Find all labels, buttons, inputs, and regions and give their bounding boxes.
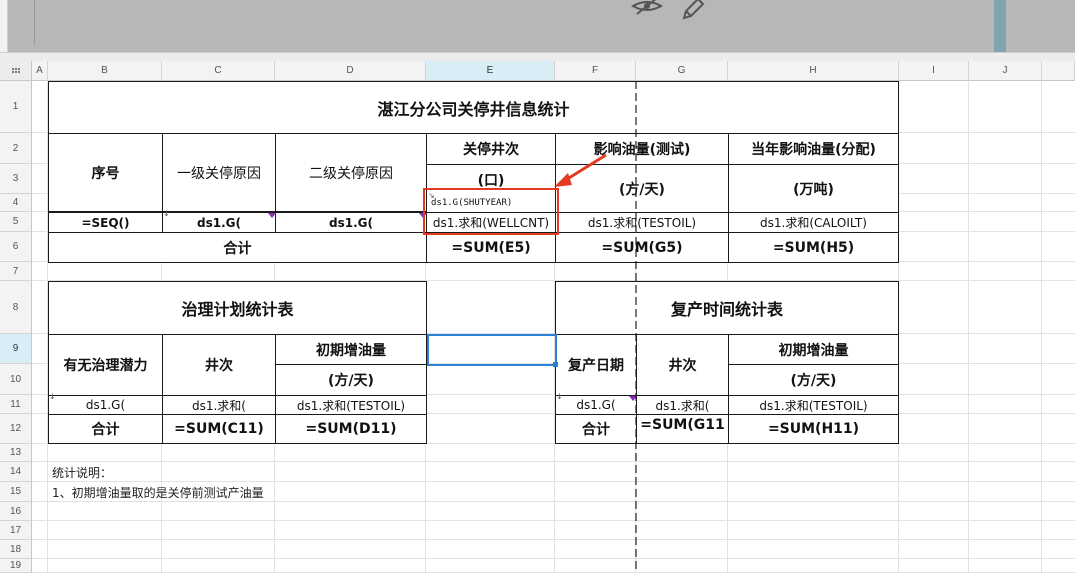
grid-line	[968, 81, 969, 573]
table1-header-reason2[interactable]: 二级关停原因	[275, 133, 427, 212]
table1-header-oil-year-unit[interactable]: (万吨)	[728, 164, 899, 213]
table1-title[interactable]: 湛江分公司关停井信息统计	[48, 81, 899, 134]
column-header[interactable]: A	[32, 61, 48, 81]
column-header[interactable]: B	[48, 61, 162, 81]
column-header[interactable]: G	[636, 61, 728, 81]
select-all-corner[interactable]	[0, 61, 32, 81]
table3-header-init-oil[interactable]: 初期增油量	[728, 334, 899, 365]
expand-arrow-icon: ↓	[556, 392, 563, 401]
cell-e6-sum[interactable]: =SUM(E5)	[426, 232, 556, 263]
side-panel-edge	[994, 0, 1006, 52]
row-header[interactable]: 9	[0, 334, 32, 364]
cell-c12-sum[interactable]: =SUM(C11)	[162, 414, 276, 444]
row-header[interactable]: 13	[0, 444, 32, 462]
editor-toolbar-area	[0, 0, 1075, 61]
row-header[interactable]: 7	[0, 262, 32, 281]
table2-header-potential[interactable]: 有无治理潜力	[48, 334, 163, 396]
table3-header-wells[interactable]: 井次	[636, 334, 729, 396]
fill-handle[interactable]	[553, 362, 558, 367]
spreadsheet-grid[interactable]: ABCDEFGHIJ 1 2 3 4 5 6 7 8 9 10 11 12 13 14 15 16 17 18 19…	[0, 61, 1075, 573]
cell-g6-sum[interactable]: =SUM(G5)	[555, 232, 729, 263]
cell-h11[interactable]: ds1.求和(TESTOIL)	[728, 395, 899, 415]
row-header[interactable]: 12	[0, 414, 32, 444]
cell-d12-sum[interactable]: =SUM(D11)	[275, 414, 427, 444]
column-header[interactable]: H	[728, 61, 899, 81]
row-header[interactable]: 1	[0, 81, 32, 133]
cell-h12-sum[interactable]: =SUM(H11)	[728, 414, 899, 444]
row-header[interactable]: 19	[0, 559, 32, 573]
table1-header-oil-year[interactable]: 当年影响油量(分配)	[728, 133, 899, 165]
cell-h5[interactable]: ds1.求和(CALOILT)	[728, 212, 899, 233]
row-header[interactable]: 11	[0, 395, 32, 414]
cell-c11[interactable]: ds1.求和(	[162, 395, 276, 415]
ruler-tick	[34, 0, 35, 45]
table2-header-wells[interactable]: 井次	[162, 334, 276, 396]
table1-header-reason1[interactable]: 一级关停原因	[162, 133, 276, 212]
cell-d11[interactable]: ds1.求和(TESTOIL)	[275, 395, 427, 415]
arrow-icon	[554, 153, 607, 187]
note-heading[interactable]: 统计说明：	[48, 462, 548, 482]
cell-g5[interactable]: ds1.求和(TESTOIL)	[555, 212, 729, 233]
cell-c5[interactable]: ds1.G(	[162, 212, 276, 233]
table3-total-label[interactable]: 合计	[555, 414, 637, 444]
column-header[interactable]: C	[162, 61, 275, 81]
cell-g12-sum[interactable]: =SUM(G11	[636, 414, 729, 444]
table2-header-init-oil[interactable]: 初期增油量	[275, 334, 427, 365]
row-header[interactable]: 4	[0, 194, 32, 212]
dropdown-marker	[268, 213, 276, 218]
row-header[interactable]: 6	[0, 232, 32, 262]
table2-total-label[interactable]: 合计	[48, 414, 163, 444]
grid-line	[1041, 81, 1042, 573]
cell-b11[interactable]: ds1.G(	[48, 395, 163, 415]
highlight-box	[423, 188, 559, 235]
row-header[interactable]: 17	[0, 521, 32, 540]
vertical-ruler	[0, 0, 8, 52]
cell-g11[interactable]: ds1.求和(	[636, 395, 729, 415]
table1-header-wells[interactable]: 关停井次	[426, 133, 556, 165]
column-header[interactable]	[1042, 61, 1075, 81]
table2-header-unit[interactable]: (方/天)	[275, 364, 427, 396]
table3-title[interactable]: 复产时间统计表	[555, 281, 899, 335]
row-header[interactable]: 8	[0, 281, 32, 334]
cell-h6-sum[interactable]: =SUM(H5)	[728, 232, 899, 263]
row-header[interactable]: 14	[0, 462, 32, 482]
row-header[interactable]: 18	[0, 540, 32, 559]
table1-header-seq[interactable]: 序号	[48, 133, 163, 212]
column-header[interactable]: J	[969, 61, 1042, 81]
page-break-line	[635, 81, 637, 573]
cell-d5[interactable]: ds1.G(	[275, 212, 427, 233]
selected-cell-e9[interactable]	[427, 334, 557, 366]
toolbar-divider	[0, 52, 1075, 61]
table1-total-label[interactable]: 合计	[48, 232, 427, 263]
table3-header-unit[interactable]: (方/天)	[728, 364, 899, 396]
note-line[interactable]: 1、初期增油量取的是关停前测试产油量	[48, 482, 548, 502]
grid-dots-icon	[12, 68, 20, 73]
column-header[interactable]: F	[555, 61, 636, 81]
row-header[interactable]: 16	[0, 502, 32, 521]
column-header[interactable]: D	[275, 61, 426, 81]
table3-header-date[interactable]: 复产日期	[555, 334, 637, 396]
column-header[interactable]: E	[426, 61, 555, 81]
row-header[interactable]: 2	[0, 133, 32, 164]
cell-f11[interactable]: ds1.G(	[555, 395, 637, 415]
expand-arrow-icon: ↓	[163, 209, 170, 218]
column-header[interactable]: I	[899, 61, 969, 81]
cell-b5[interactable]: =SEQ()	[48, 212, 163, 233]
row-header[interactable]: 15	[0, 482, 32, 502]
pencil-icon[interactable]	[676, 0, 710, 20]
table2-title[interactable]: 治理计划统计表	[48, 281, 427, 335]
row-header[interactable]: 3	[0, 164, 32, 194]
eye-off-icon[interactable]	[630, 0, 664, 20]
row-header[interactable]: 10	[0, 364, 32, 395]
row-header[interactable]: 5	[0, 212, 32, 232]
expand-arrow-icon: ↓	[49, 392, 56, 401]
